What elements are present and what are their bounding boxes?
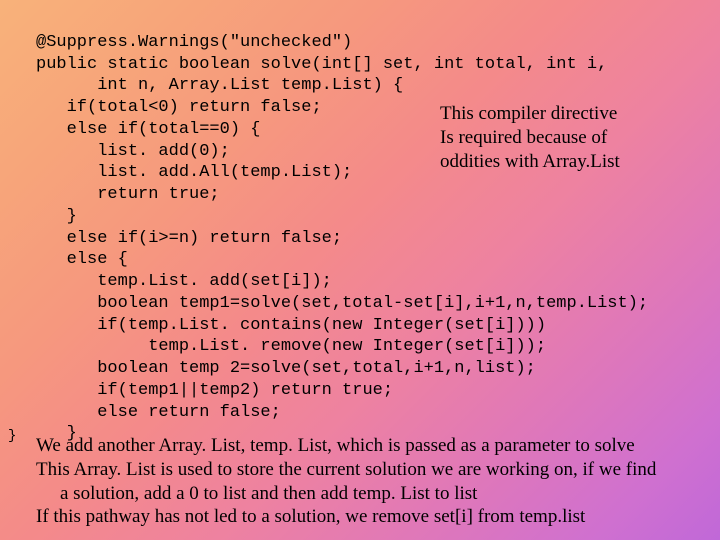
annotation-line: Is required because of [440, 126, 620, 150]
code-line: int n, Array.List temp.List) { [36, 76, 403, 95]
annotation-callout: This compiler directive Is required beca… [440, 102, 620, 173]
code-line: list. add.All(temp.List); [36, 163, 352, 182]
code-line: boolean temp 2=solve(set,total,i+1,n,lis… [36, 359, 536, 378]
code-line: temp.List. add(set[i]); [36, 272, 332, 291]
code-line: else if(total==0) { [36, 120, 260, 139]
explanation-line: a solution, add a 0 to list and then add… [36, 482, 716, 506]
code-line: if(temp.List. contains(new Integer(set[i… [36, 316, 546, 335]
annotation-line: oddities with Array.List [440, 150, 620, 174]
code-line: else { [36, 250, 128, 269]
code-line: boolean temp1=solve(set,total-set[i],i+1… [36, 294, 648, 313]
explanation-line: This Array. List is used to store the cu… [36, 458, 716, 482]
explanation-line: We add another Array. List, temp. List, … [36, 434, 716, 458]
code-line: } [36, 207, 77, 226]
code-line: @Suppress.Warnings("unchecked") [36, 33, 352, 52]
code-line: else if(i>=n) return false; [36, 229, 342, 248]
code-line: if(temp1||temp2) return true; [36, 381, 393, 400]
code-line: public static boolean solve(int[] set, i… [36, 55, 607, 74]
closing-brace: } [8, 428, 16, 444]
code-line: temp.List. remove(new Integer(set[i])); [36, 337, 546, 356]
code-block: @Suppress.Warnings("unchecked") public s… [36, 10, 648, 445]
code-line: else return false; [36, 403, 281, 422]
explanation-line: If this pathway has not led to a solutio… [36, 505, 716, 529]
annotation-line: This compiler directive [440, 102, 620, 126]
code-line: return true; [36, 185, 220, 204]
code-line: if(total<0) return false; [36, 98, 322, 117]
explanation-block: We add another Array. List, temp. List, … [36, 434, 716, 529]
code-line: list. add(0); [36, 142, 230, 161]
